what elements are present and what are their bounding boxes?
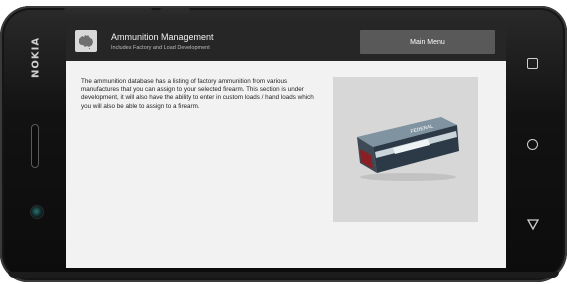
side-slot [31, 124, 39, 168]
app-bar: Ammunition Management Includes Factory a… [66, 22, 506, 61]
brand-logo: NOKIA [30, 36, 42, 78]
page-subtitle: Includes Factory and Load Development [111, 45, 210, 51]
home-icon[interactable] [527, 139, 538, 150]
back-icon[interactable] [526, 218, 540, 232]
ammunition-image-panel: FEDERAL [333, 77, 478, 222]
app-screen: Ammunition Management Includes Factory a… [66, 22, 506, 268]
volume-button [64, 8, 152, 14]
power-button [160, 8, 190, 14]
phone-bottom-edge [8, 272, 559, 278]
australia-map-icon [75, 30, 97, 52]
front-camera [30, 205, 44, 219]
main-menu-button[interactable]: Main Menu [360, 30, 495, 54]
description-text: The ammunition database has a listing of… [81, 78, 314, 110]
page-title: Ammunition Management [111, 32, 214, 42]
ammunition-box-icon: FEDERAL [357, 117, 459, 181]
recents-icon[interactable] [527, 58, 538, 69]
